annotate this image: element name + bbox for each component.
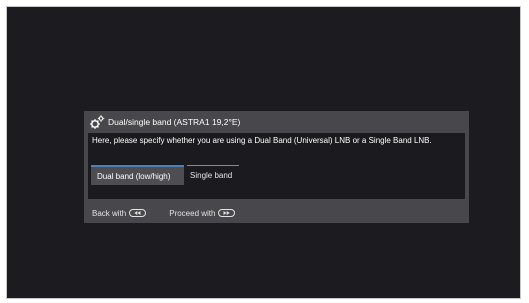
option-single-band-label: Single band	[190, 171, 233, 180]
option-dual-band[interactable]: Dual band (low/high)	[91, 165, 184, 185]
dialog-footer: Back with Proceed with	[84, 203, 469, 223]
dialog-description: Here, please specify whether you are usi…	[92, 136, 432, 145]
back-hint[interactable]: Back with	[92, 208, 147, 218]
proceed-label: Proceed with	[169, 208, 216, 218]
gears-icon	[90, 115, 105, 129]
fast-forward-key-icon	[218, 209, 236, 217]
rewind-key-icon	[129, 209, 147, 217]
proceed-hint[interactable]: Proceed with	[169, 208, 236, 218]
option-single-band[interactable]: Single band	[187, 165, 239, 185]
band-selection-dialog: Dual/single band (ASTRA1 19,2°E) Here, p…	[84, 111, 469, 223]
tv-screen: Dual/single band (ASTRA1 19,2°E) Here, p…	[6, 6, 521, 299]
back-label: Back with	[92, 208, 127, 218]
dialog-body: Here, please specify whether you are usi…	[88, 133, 465, 199]
dialog-header: Dual/single band (ASTRA1 19,2°E)	[84, 111, 469, 133]
dialog-title: Dual/single band (ASTRA1 19,2°E)	[108, 117, 241, 127]
option-dual-band-label: Dual band (low/high)	[97, 171, 171, 181]
